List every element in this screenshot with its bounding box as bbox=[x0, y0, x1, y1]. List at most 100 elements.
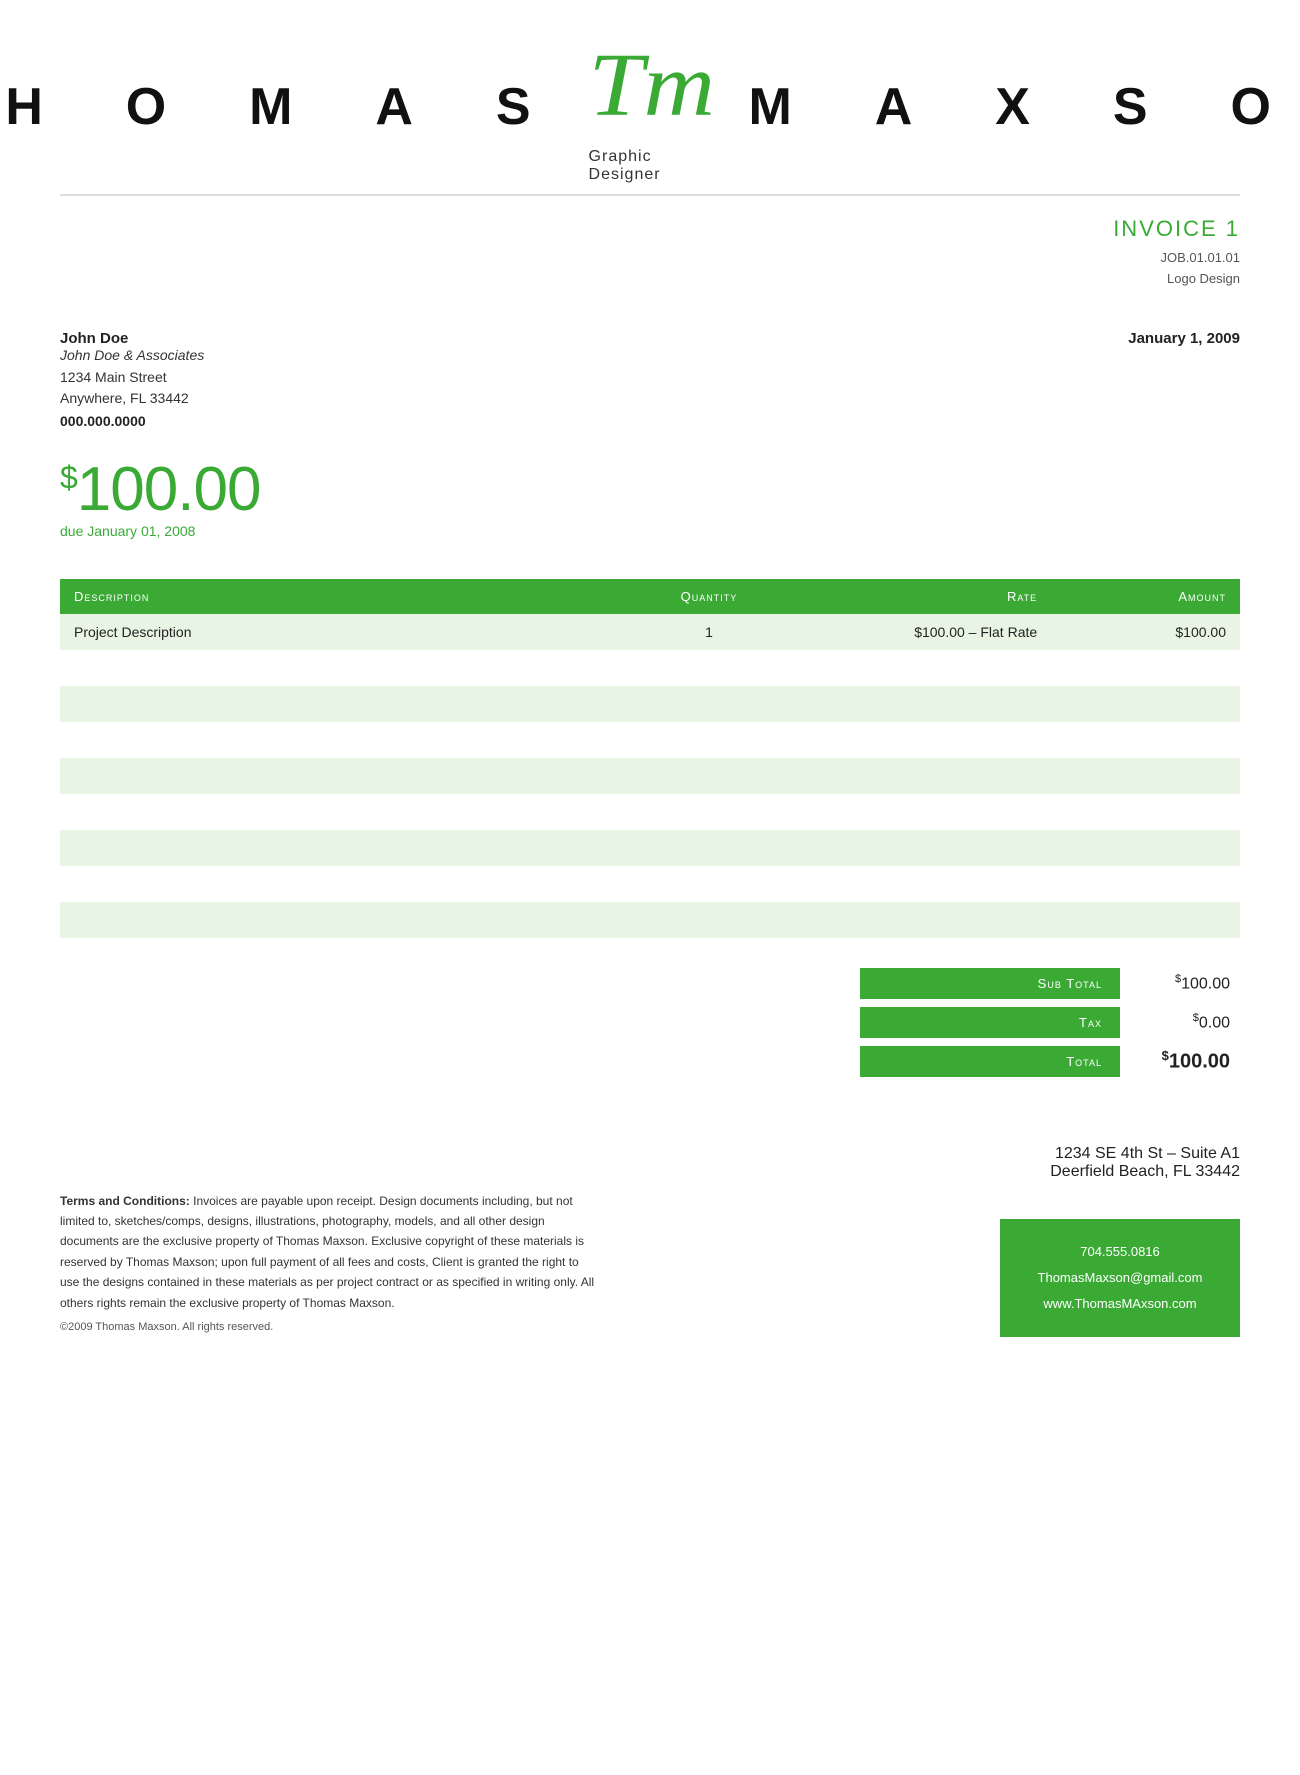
tax-value: $0.00 bbox=[1120, 1012, 1240, 1032]
amount-due-display: $100.00 bbox=[60, 459, 1240, 521]
cell-quantity bbox=[626, 902, 791, 938]
table-row: Project Description 1 $100.00 – Flat Rat… bbox=[60, 614, 1240, 650]
cell-description bbox=[60, 758, 626, 794]
page-header: T H O M A S Tm Graphic Designer M A X S … bbox=[0, 0, 1300, 194]
cell-rate bbox=[792, 650, 1052, 686]
invoice-table: Description Quantity Rate Amount Project… bbox=[60, 579, 1240, 938]
totals-section: Sub Total $100.00 Tax $0.00 Total $100.0… bbox=[60, 968, 1240, 1085]
cell-quantity bbox=[626, 686, 791, 722]
cell-rate bbox=[792, 866, 1052, 902]
cell-rate bbox=[792, 794, 1052, 830]
client-phone: 000.000.0000 bbox=[60, 413, 204, 429]
col-rate: Rate bbox=[792, 579, 1052, 614]
letter-space7 bbox=[930, 77, 995, 137]
subtotal-label: Sub Total bbox=[860, 968, 1120, 999]
col-description: Description bbox=[60, 579, 626, 614]
footer-address: 1234 SE 4th St – Suite A1 Deerfield Beac… bbox=[60, 1145, 1240, 1181]
cell-quantity bbox=[626, 722, 791, 758]
letter-space3 bbox=[184, 77, 249, 137]
tax-label: Tax bbox=[860, 1007, 1120, 1038]
col-quantity: Quantity bbox=[626, 579, 791, 614]
subtotal-row: Sub Total $100.00 bbox=[860, 968, 1240, 999]
cell-description bbox=[60, 686, 626, 722]
terms-body: Invoices are payable upon receipt. Desig… bbox=[60, 1194, 594, 1310]
letter-m: M bbox=[249, 77, 310, 137]
letter-a: A bbox=[375, 77, 431, 137]
terms-label: Terms and Conditions: bbox=[60, 1194, 190, 1208]
letter-a2: A bbox=[875, 77, 931, 137]
table-row bbox=[60, 866, 1240, 902]
letter-space5 bbox=[431, 77, 496, 137]
amount-section: $100.00 due January 01, 2008 bbox=[0, 429, 1300, 549]
cell-amount: $100.00 bbox=[1051, 614, 1240, 650]
letter-h: H bbox=[5, 77, 61, 137]
svg-text:Tm: Tm bbox=[588, 36, 715, 130]
letter-s: S bbox=[496, 77, 549, 137]
cell-rate bbox=[792, 686, 1052, 722]
table-row bbox=[60, 722, 1240, 758]
cell-description bbox=[60, 650, 626, 686]
letter-o: O bbox=[126, 77, 184, 137]
tax-row: Tax $0.00 bbox=[860, 1007, 1240, 1038]
amount-value: 100.00 bbox=[77, 455, 261, 524]
cell-amount bbox=[1051, 830, 1240, 866]
table-header-row: Description Quantity Rate Amount bbox=[60, 579, 1240, 614]
footer-website: www.ThomasMAxson.com bbox=[1028, 1291, 1212, 1317]
footer-address-line1: 1234 SE 4th St – Suite A1 bbox=[1055, 1145, 1240, 1162]
cell-amount bbox=[1051, 794, 1240, 830]
client-address: 1234 Main Street Anywhere, FL 33442 bbox=[60, 367, 204, 409]
cell-rate bbox=[792, 758, 1052, 794]
cell-description: Project Description bbox=[60, 614, 626, 650]
invoice-title: INVOICE 1 bbox=[1113, 216, 1240, 242]
table-row bbox=[60, 686, 1240, 722]
copyright: ©2009 Thomas Maxson. All rights reserved… bbox=[60, 1319, 600, 1337]
cell-rate: $100.00 – Flat Rate bbox=[792, 614, 1052, 650]
letter-m2: M bbox=[749, 77, 810, 137]
logo-subtitle: Graphic Designer bbox=[589, 148, 709, 184]
terms-section: Terms and Conditions: Invoices are payab… bbox=[60, 1191, 600, 1337]
letter-s2: S bbox=[1113, 77, 1166, 137]
letter-space4 bbox=[310, 77, 375, 137]
table-row bbox=[60, 794, 1240, 830]
name-left: T H O M A S bbox=[0, 77, 549, 137]
table-row bbox=[60, 650, 1240, 686]
letter-space6 bbox=[810, 77, 875, 137]
job-number: JOB.01.01.01 bbox=[1161, 250, 1241, 265]
cell-description bbox=[60, 902, 626, 938]
footer-contact-box: 704.555.0816 ThomasMaxson@gmail.com www.… bbox=[1000, 1219, 1240, 1337]
footer-phone: 704.555.0816 bbox=[1028, 1239, 1212, 1265]
footer: 1234 SE 4th St – Suite A1 Deerfield Beac… bbox=[0, 1145, 1300, 1337]
subtotal-value: $100.00 bbox=[1120, 973, 1240, 993]
cell-quantity bbox=[626, 650, 791, 686]
client-company: John Doe & Associates bbox=[60, 347, 204, 363]
cell-description bbox=[60, 866, 626, 902]
due-date: due January 01, 2008 bbox=[60, 523, 1240, 539]
job-name: Logo Design bbox=[1167, 271, 1240, 286]
cell-amount bbox=[1051, 758, 1240, 794]
cell-rate bbox=[792, 722, 1052, 758]
letter-space8 bbox=[1048, 77, 1113, 137]
cell-rate bbox=[792, 902, 1052, 938]
col-amount: Amount bbox=[1051, 579, 1240, 614]
cell-description bbox=[60, 722, 626, 758]
cell-rate bbox=[792, 830, 1052, 866]
address-line2: Anywhere, FL 33442 bbox=[60, 390, 189, 406]
letter-space2 bbox=[61, 77, 126, 137]
cell-amount bbox=[1051, 866, 1240, 902]
table-row bbox=[60, 902, 1240, 938]
letter-x: X bbox=[995, 77, 1048, 137]
total-currency: $ bbox=[1162, 1048, 1169, 1063]
client-section: John Doe John Doe & Associates 1234 Main… bbox=[0, 300, 1300, 429]
client-info: John Doe John Doe & Associates 1234 Main… bbox=[60, 330, 204, 429]
cell-amount bbox=[1051, 722, 1240, 758]
table-row bbox=[60, 758, 1240, 794]
terms-text: Terms and Conditions: Invoices are payab… bbox=[60, 1191, 600, 1313]
cell-quantity bbox=[626, 794, 791, 830]
letter-space10 bbox=[1289, 77, 1300, 137]
table-row bbox=[60, 830, 1240, 866]
totals-table: Sub Total $100.00 Tax $0.00 Total $100.0… bbox=[860, 968, 1240, 1085]
address-line1: 1234 Main Street bbox=[60, 369, 167, 385]
cell-amount bbox=[1051, 650, 1240, 686]
cell-amount bbox=[1051, 902, 1240, 938]
cell-amount bbox=[1051, 686, 1240, 722]
